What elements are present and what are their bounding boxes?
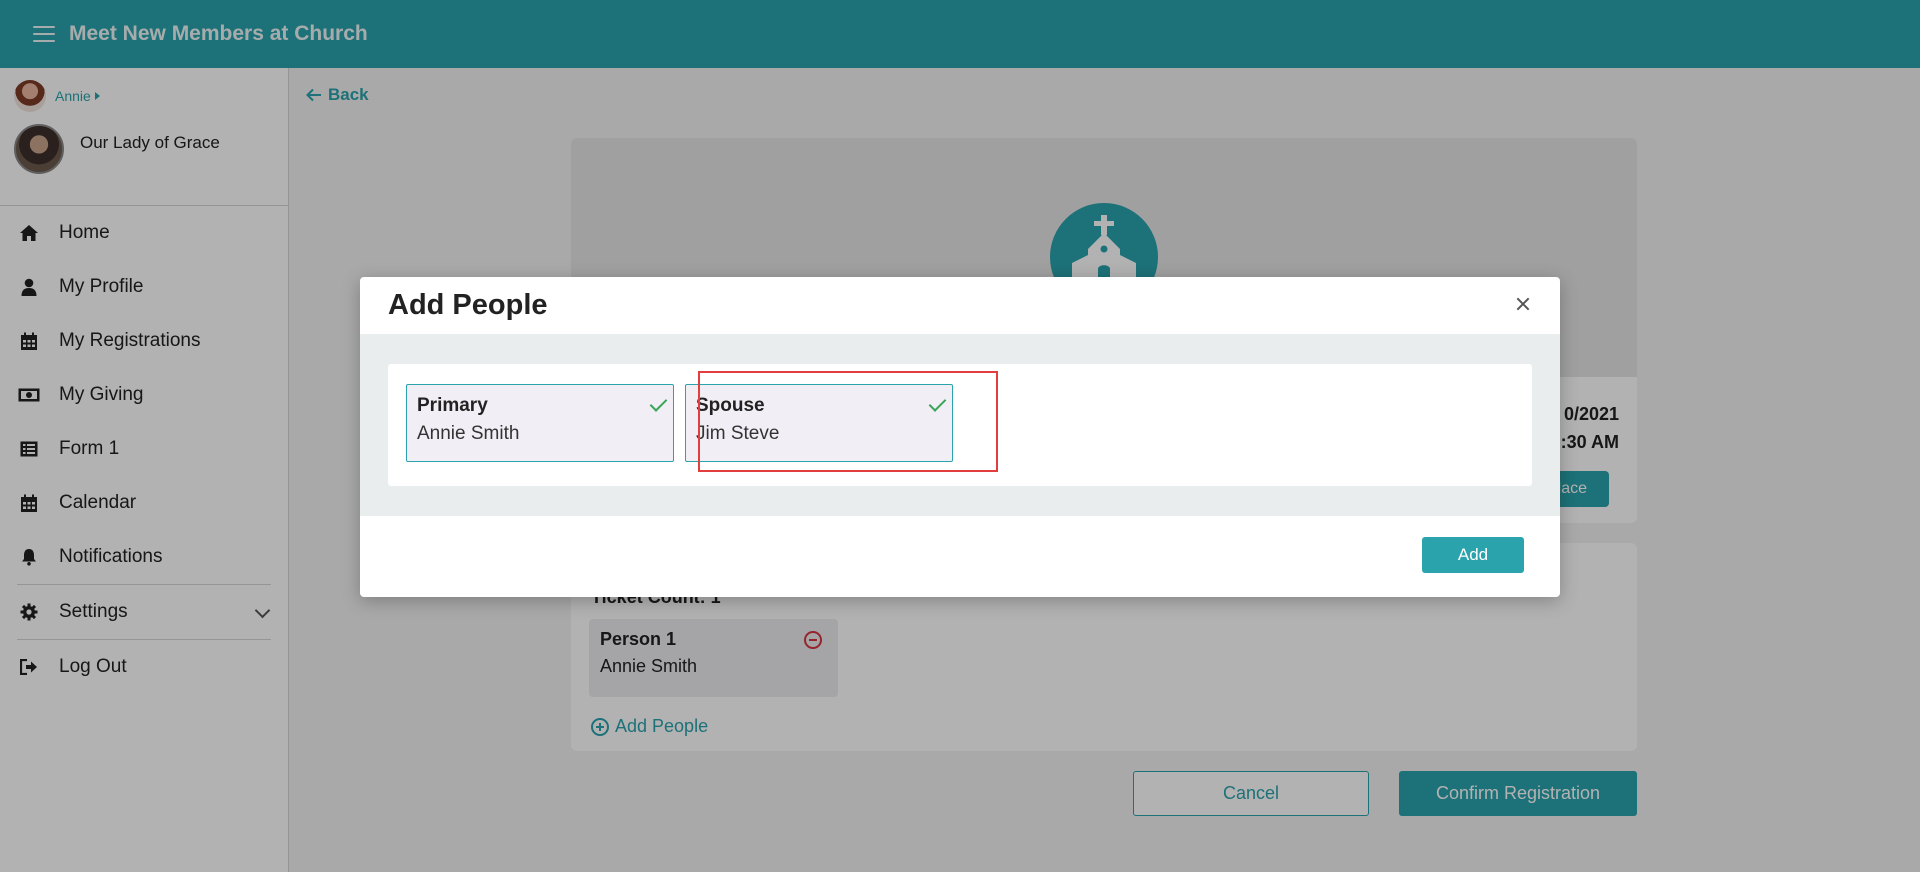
modal-footer: Add [360,516,1560,597]
highlight-box [698,371,998,472]
modal-header: Add People [360,277,1560,334]
add-button[interactable]: Add [1422,537,1524,573]
people-panel: Primary Annie Smith Spouse Jim Steve [388,364,1532,486]
option-name: Annie Smith [417,423,520,444]
close-icon[interactable] [1514,295,1532,313]
add-people-modal: Add People Primary Annie Smith Spouse Ji… [360,277,1560,597]
person-option-primary[interactable]: Primary Annie Smith [406,384,674,462]
option-label: Primary [417,395,488,416]
modal-body: Primary Annie Smith Spouse Jim Steve [360,334,1560,516]
modal-title: Add People [388,289,548,321]
